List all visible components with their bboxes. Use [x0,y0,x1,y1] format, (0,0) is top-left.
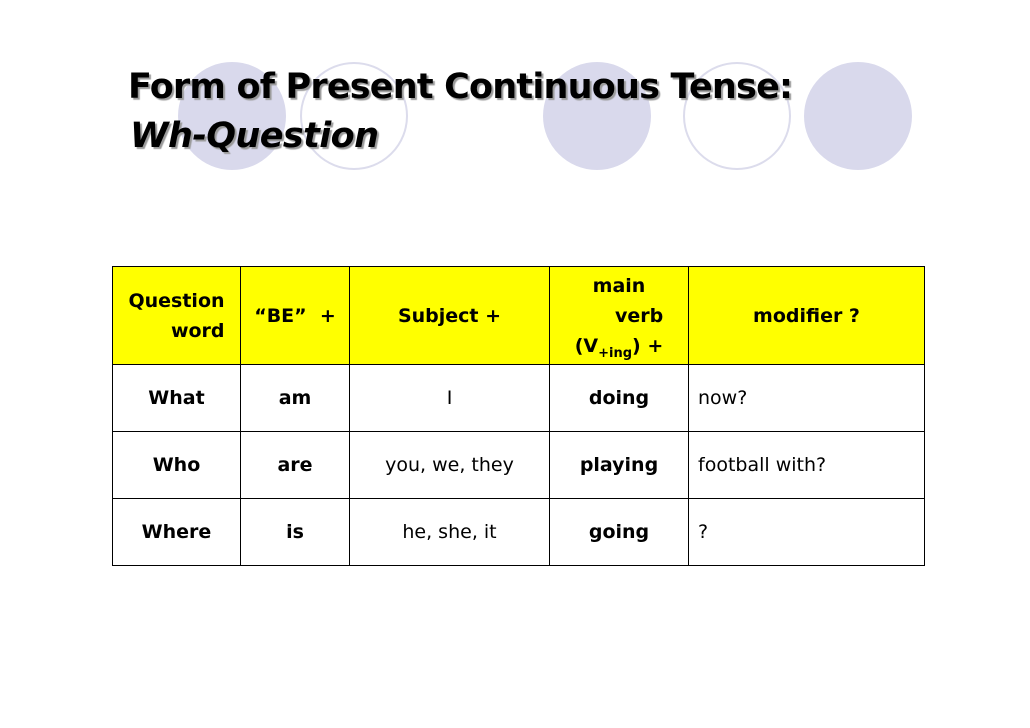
slide-title: Form of Present Continuous Tense: Wh-Que… [128,67,793,156]
table-row: Who are you, we, they playing football w… [112,431,925,499]
cell-modifier: ? [688,498,925,566]
title-subtitle: Wh-Question [130,116,379,156]
cell-question-word: Where [112,498,241,566]
header-be: “BE” + [240,266,350,365]
header-question-word-line2: word [170,319,225,342]
title-main: Form of Present Continuous Tense: [128,67,793,107]
header-main-verb-suffix: ) + [632,334,664,357]
header-subject: Subject + [349,266,550,365]
cell-modifier: football with? [688,431,925,499]
cell-modifier: now? [688,364,925,432]
header-modifier: modifier ? [688,266,925,365]
table-row: Where is he, she, it going ? [112,498,925,566]
cell-question-word: What [112,364,241,432]
header-main-verb-line1: main [592,274,646,297]
header-question-word: Question word [112,266,241,365]
cell-main-verb: doing [549,364,689,432]
cell-subject: I [349,364,550,432]
cell-main-verb: playing [549,431,689,499]
cell-be: is [240,498,350,566]
header-main-verb-line2: verb [615,304,664,327]
header-main-verb: main verb (V+ing) + [549,266,689,365]
cell-subject: he, she, it [349,498,550,566]
header-main-verb-prefix: (V [574,334,599,357]
header-main-verb-subscript: +ing [598,345,633,361]
table-row: What am I doing now? [112,364,925,432]
header-question-word-line1: Question [128,289,225,312]
cell-question-word: Who [112,431,241,499]
cell-be: are [240,431,350,499]
cell-main-verb: going [549,498,689,566]
cell-subject: you, we, they [349,431,550,499]
decor-circle-filled-3 [804,62,912,170]
cell-be: am [240,364,350,432]
grammar-table: Question word “BE” + Subject + main verb… [112,266,925,566]
header-row: Question word “BE” + Subject + main verb… [112,266,925,365]
